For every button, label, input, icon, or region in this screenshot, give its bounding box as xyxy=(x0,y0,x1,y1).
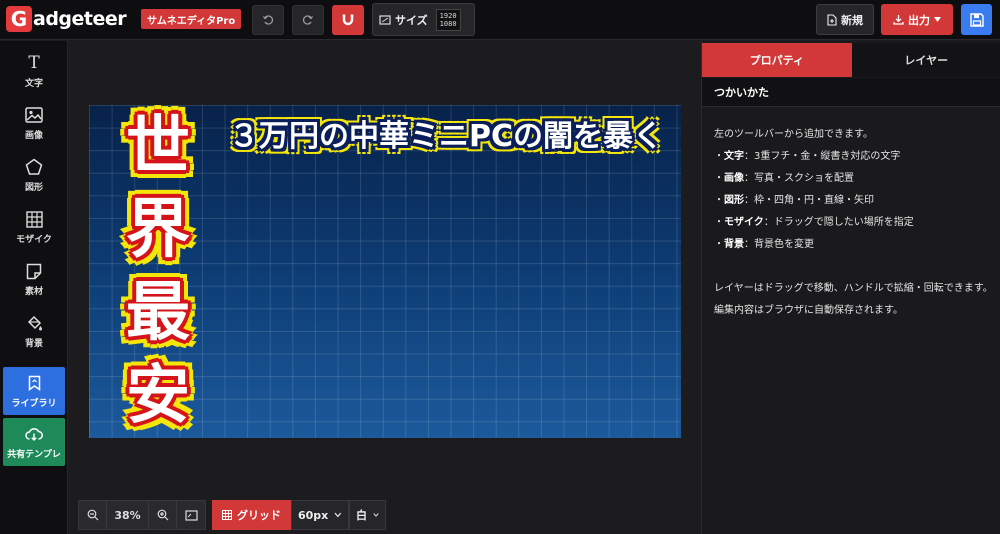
new-label: 新規 xyxy=(841,13,863,27)
sidebar-item-label: モザイク xyxy=(16,235,52,245)
tab-properties[interactable]: プロパティ xyxy=(702,43,852,77)
help-item-desc: ：背景色を変更 xyxy=(744,239,814,250)
right-panel: プロパティ レイヤー つかいかた 左のツールバーから追加できます。 ・文字：3重… xyxy=(701,41,1000,534)
magnet-icon xyxy=(342,14,354,26)
vertical-title-char: 世 xyxy=(126,109,190,184)
export-button[interactable]: 出力 xyxy=(881,4,953,35)
export-label: 出力 xyxy=(908,13,930,27)
panel-tabs: プロパティ レイヤー xyxy=(702,43,1000,77)
chevron-down-icon xyxy=(373,513,379,517)
thumbnail-canvas[interactable]: 世 界 最 安 ３万円の中華ミニPCの闇を暴く xyxy=(89,105,681,438)
undo-icon xyxy=(262,15,274,25)
top-toolbar: G adgeteer サムネエディタPro サイズ 1920 1080 新規 出… xyxy=(0,0,1000,40)
help-item-desc: ：写真・スクショを配置 xyxy=(744,173,854,184)
vertical-title-char: 界 xyxy=(126,192,190,267)
help-item-desc: ：ドラッグで隠したい場所を指定 xyxy=(763,217,914,228)
help-item-name: 図形 xyxy=(724,195,744,206)
grid-icon xyxy=(222,510,232,520)
new-button[interactable]: 新規 xyxy=(816,4,874,35)
help-item: ・モザイク：ドラッグで隠したい場所を指定 xyxy=(714,217,914,228)
sticker-icon xyxy=(26,261,42,281)
bookmark-icon xyxy=(28,373,41,393)
sidebar-item-label: 背景 xyxy=(24,339,43,349)
help-item-name: モザイク xyxy=(724,217,764,228)
sidebar-item-background[interactable]: 背景 xyxy=(3,307,65,355)
zoom-controls: 38% xyxy=(78,500,206,530)
tab-layers[interactable]: レイヤー xyxy=(851,43,1000,77)
chevron-down-icon xyxy=(334,512,342,518)
grid-label: グリッド xyxy=(237,509,281,522)
fit-to-screen-button[interactable] xyxy=(177,501,205,529)
help-item-name: 画像 xyxy=(724,173,744,184)
floppy-disk-icon xyxy=(969,12,984,27)
help-item: ・図形：枠・四角・円・直線・矢印 xyxy=(714,195,874,206)
sidebar-item-label: 図形 xyxy=(24,183,43,193)
tool-sidebar: T 文字 画像 図形 モザイク 素材 背景 ライブラリ 共有テンプレ xyxy=(0,41,68,534)
size-dimensions: 1920 1080 xyxy=(435,8,461,31)
canvas-bottom-toolbar: 38% グリッド 60px 白 xyxy=(78,500,386,530)
sidebar-item-image[interactable]: 画像 xyxy=(3,99,65,147)
help-item: ・背景：背景色を変更 xyxy=(714,239,814,250)
vertical-title-char: 安 xyxy=(126,359,190,434)
resize-icon xyxy=(379,14,391,25)
headline-text-layer[interactable]: ３万円の中華ミニPCの闇を暴く xyxy=(229,111,663,155)
paint-bucket-icon xyxy=(26,313,43,333)
grid-size-value: 60px xyxy=(298,508,329,522)
redo-icon xyxy=(302,15,314,25)
app-name-badge: サムネエディタPro xyxy=(141,9,242,29)
sidebar-item-shape[interactable]: 図形 xyxy=(3,151,65,199)
mosaic-grid-icon xyxy=(25,209,43,229)
pentagon-icon xyxy=(25,157,43,177)
sidebar-item-label: 素材 xyxy=(24,287,43,297)
new-file-icon xyxy=(827,13,837,26)
grid-size-select[interactable]: 60px xyxy=(291,500,349,530)
logo-text: adgeteer xyxy=(33,8,127,30)
sidebar-item-library[interactable]: ライブラリ xyxy=(3,367,65,415)
size-width: 1920 xyxy=(439,11,457,20)
help-item-desc: ：枠・四角・円・直線・矢印 xyxy=(744,195,874,206)
cloud-download-icon xyxy=(25,424,43,444)
image-icon xyxy=(25,105,43,125)
sidebar-item-shared-templates[interactable]: 共有テンプレ xyxy=(3,418,65,466)
grid-color-value: 白 xyxy=(356,509,367,522)
canvas-size-button[interactable]: サイズ 1920 1080 xyxy=(372,3,475,36)
snap-magnet-button[interactable] xyxy=(332,5,364,35)
section-title: つかいかた xyxy=(702,78,1000,107)
help-outro: レイヤーはドラッグで移動、ハンドルで拡縮・回転できます。編集内容はブラウザに自動… xyxy=(714,283,993,316)
sidebar-item-text[interactable]: T 文字 xyxy=(3,47,65,95)
zoom-level: 38% xyxy=(107,501,149,529)
logo-mark: G xyxy=(6,6,32,32)
app-logo[interactable]: G adgeteer xyxy=(6,5,127,33)
sidebar-item-label: 画像 xyxy=(24,131,43,141)
fit-screen-icon xyxy=(184,509,198,521)
zoom-out-icon xyxy=(87,509,98,521)
download-icon xyxy=(893,15,904,25)
vertical-title-char: 最 xyxy=(126,276,190,351)
usage-help: 左のツールバーから追加できます。 ・文字：3重フチ・金・縦書き対応の文字 ・画像… xyxy=(714,124,996,322)
size-label: サイズ xyxy=(395,13,428,27)
sidebar-item-mosaic[interactable]: モザイク xyxy=(3,203,65,251)
sidebar-item-label: 共有テンプレ xyxy=(7,450,61,460)
redo-button[interactable] xyxy=(292,5,324,35)
help-item-name: 背景 xyxy=(724,239,744,250)
size-height: 1080 xyxy=(439,19,457,28)
text-icon: T xyxy=(28,53,40,73)
help-item-desc: ：3重フチ・金・縦書き対応の文字 xyxy=(744,151,901,162)
undo-button[interactable] xyxy=(252,5,284,35)
sidebar-item-label: 文字 xyxy=(24,79,43,89)
save-button[interactable] xyxy=(961,4,992,35)
help-item: ・画像：写真・スクショを配置 xyxy=(714,173,854,184)
help-item-name: 文字 xyxy=(724,151,744,162)
sidebar-item-material[interactable]: 素材 xyxy=(3,255,65,303)
zoom-in-button[interactable] xyxy=(149,501,177,529)
grid-toggle-button[interactable]: グリッド xyxy=(212,500,291,530)
help-intro: 左のツールバーから追加できます。 xyxy=(714,129,873,140)
sidebar-item-label: ライブラリ xyxy=(11,399,57,409)
help-item: ・文字：3重フチ・金・縦書き対応の文字 xyxy=(714,151,901,162)
zoom-out-button[interactable] xyxy=(79,501,107,529)
grid-color-select[interactable]: 白 xyxy=(349,500,386,530)
zoom-in-icon xyxy=(157,509,168,521)
caret-down-icon xyxy=(934,17,941,22)
vertical-title-layer[interactable]: 世 界 最 安 xyxy=(94,105,222,438)
